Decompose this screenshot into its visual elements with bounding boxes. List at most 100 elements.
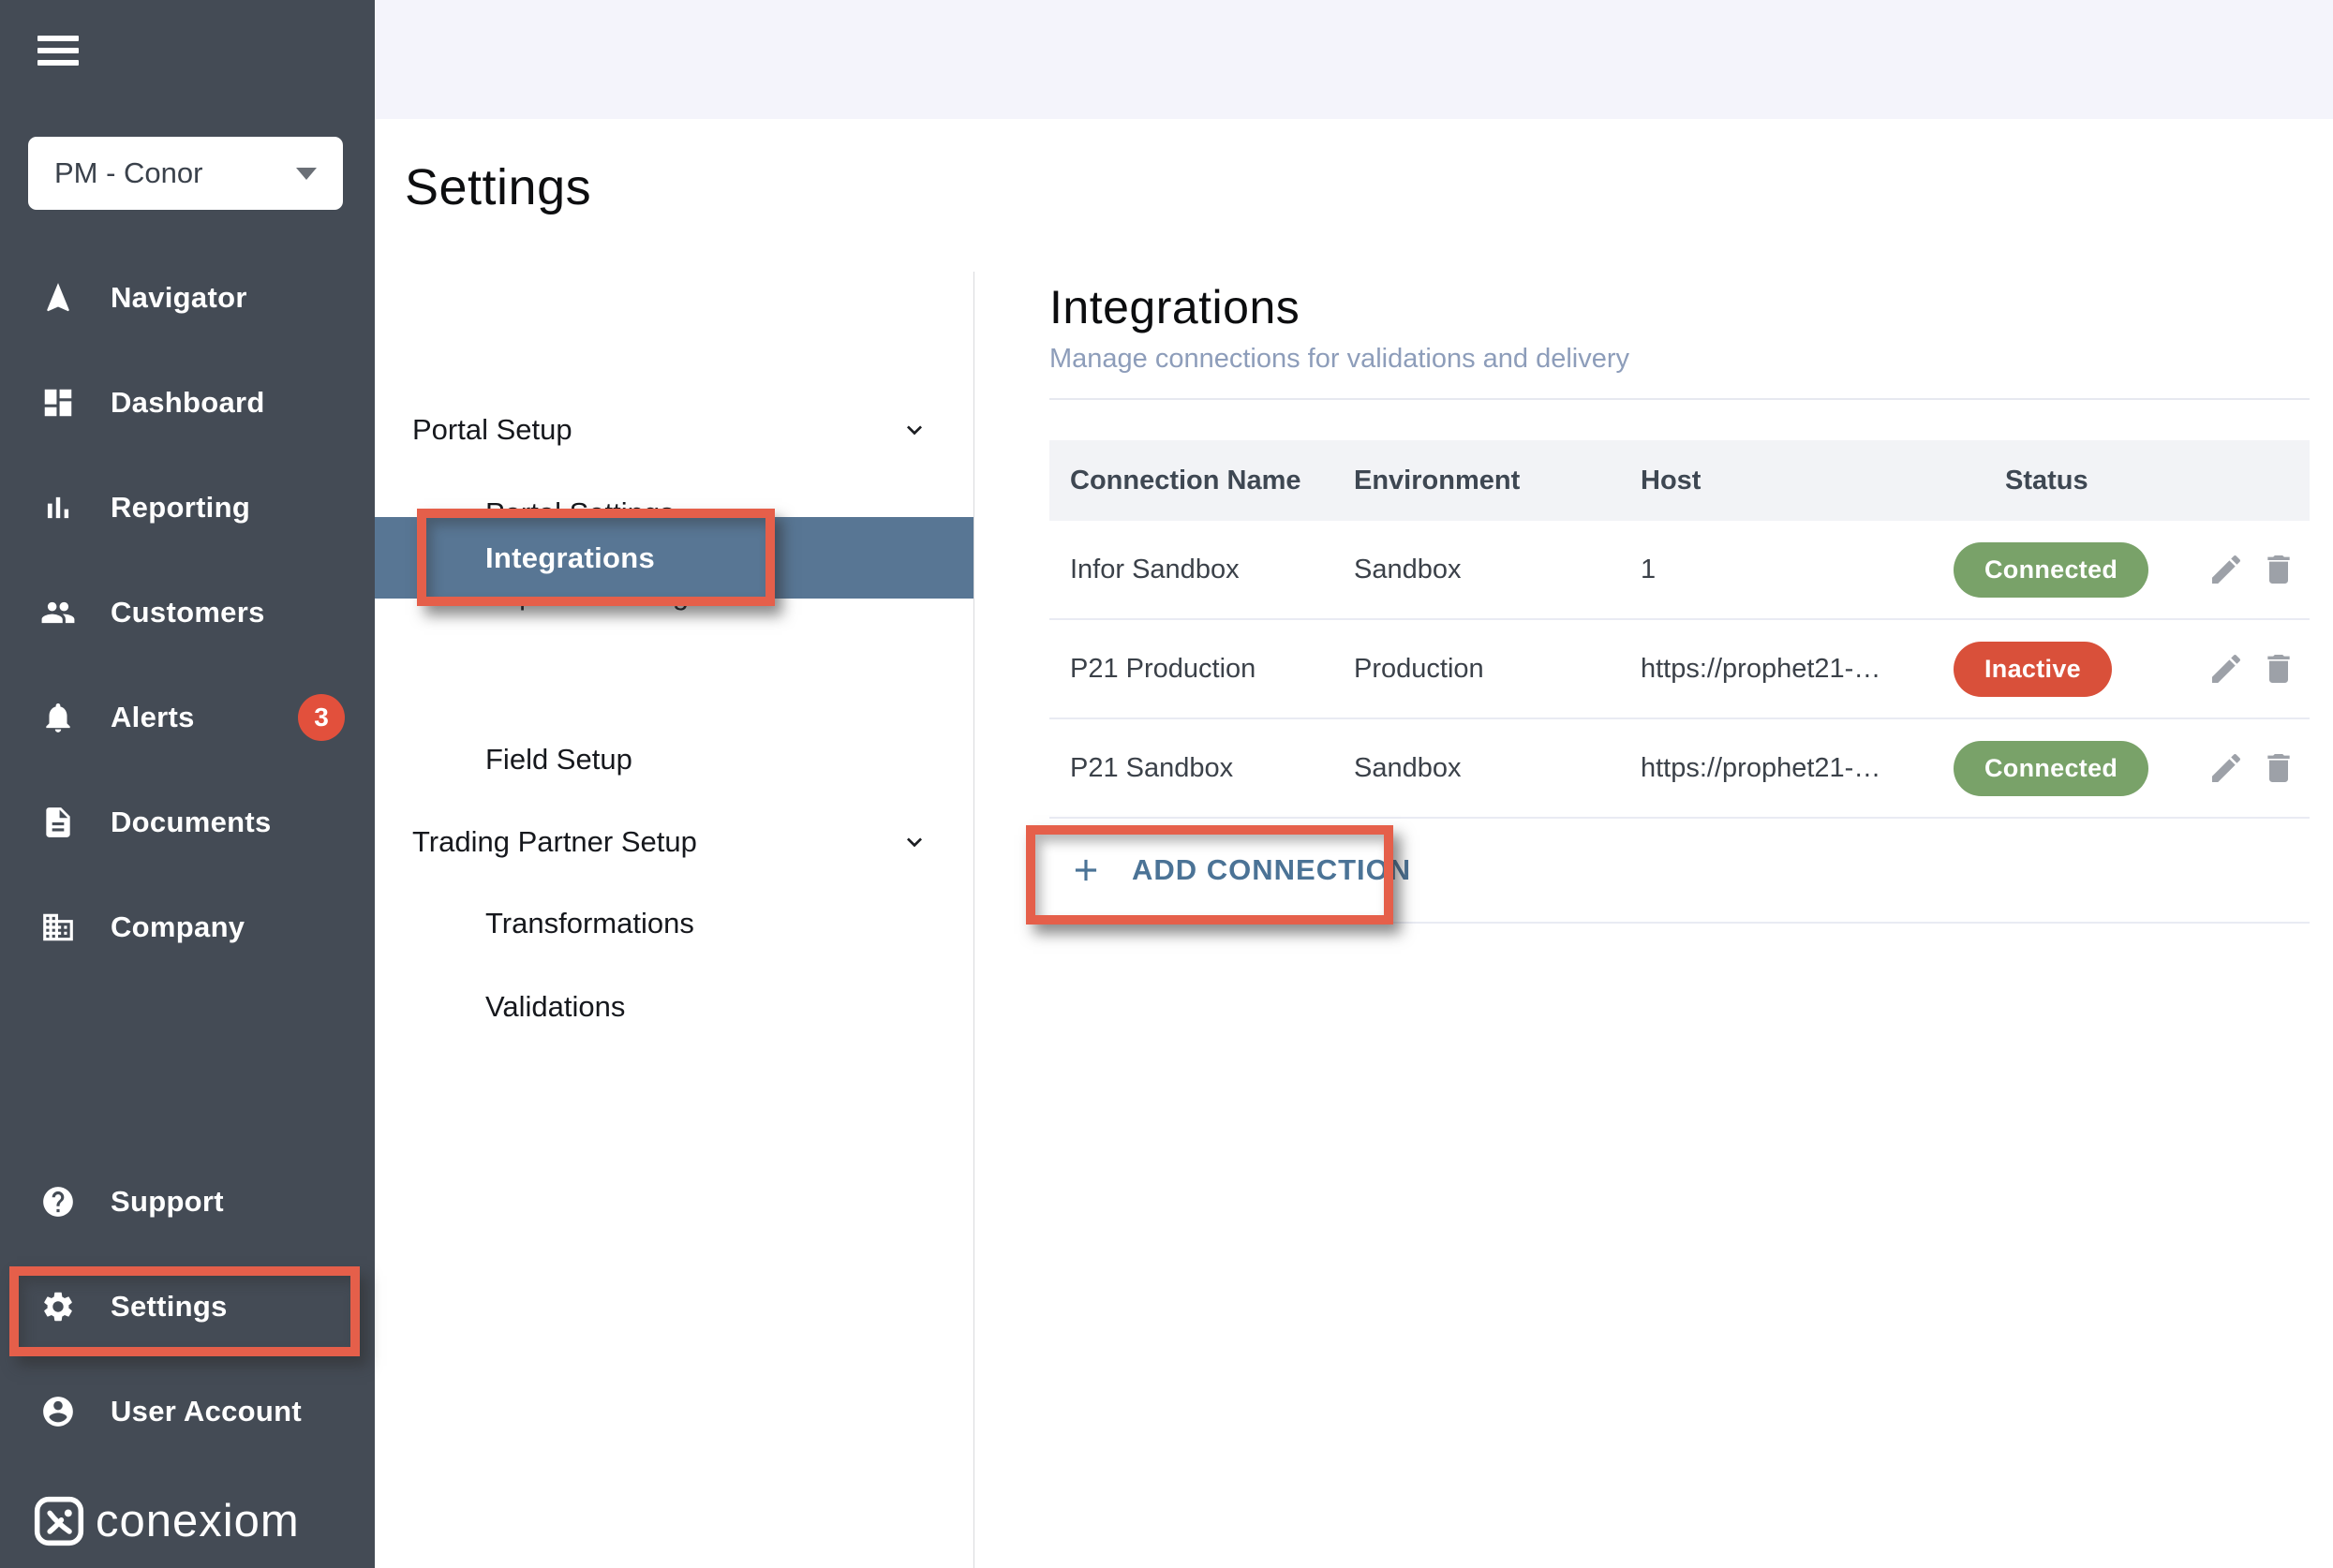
table-header-row: Connection Name Environment Host Status [1049,440,2310,521]
sidebar-item-label: Reporting [111,491,250,525]
trash-icon [2260,551,2297,588]
sidebar-item-label: Dashboard [111,386,265,420]
subnav-section-portal-setup[interactable]: Portal Setup [412,400,937,460]
integrations-panel: Integrations Manage connections for vali… [974,119,2333,1568]
section-title: Integrations [1049,280,1300,334]
bar-chart-icon [39,489,77,526]
delete-connection-button[interactable] [2256,746,2301,791]
sidebar: PM - Conor Navigator Dashboard Repor [0,0,375,1568]
delete-connection-button[interactable] [2256,646,2301,691]
delete-connection-button[interactable] [2256,547,2301,592]
account-circle-icon [39,1393,77,1430]
settings-subnav: Settings Portal Setup Portal Settings Ex… [375,119,974,1568]
document-icon [39,804,77,841]
sidebar-item-support[interactable]: Support [0,1149,375,1254]
page-title: Settings [405,158,591,216]
sidebar-item-label: Navigator [111,281,247,315]
sidebar-item-settings[interactable]: Settings [0,1254,375,1359]
subnav-item-label: Validations [485,990,625,1024]
cell-environment: Production [1354,654,1641,685]
pencil-icon [2207,551,2245,588]
column-header-host: Host [1641,466,1954,496]
subnav-section-label: Portal Setup [412,413,572,447]
conexiom-logo-text: conexiom [96,1495,300,1547]
sidebar-item-dashboard[interactable]: Dashboard [0,350,375,455]
status-badge: Connected [1954,741,2148,796]
table-row: P21 Production Production https://prophe… [1049,620,2310,719]
cell-connection-name: P21 Production [1070,654,1354,685]
trash-icon [2260,749,2297,787]
add-connection-label: ADD CONNECTION [1132,853,1411,887]
sidebar-item-label: Alerts [111,701,195,734]
caret-down-icon [296,168,317,180]
add-connection-button[interactable]: ADD CONNECTION [1068,852,1411,888]
sidebar-item-company[interactable]: Company [0,875,375,980]
conexiom-logo: conexiom [34,1495,300,1547]
cell-environment: Sandbox [1354,555,1641,585]
topbar [375,0,2333,119]
section-subtitle: Manage connections for validations and d… [1049,344,1629,375]
chevron-down-icon [899,827,929,857]
cell-connection-name: Infor Sandbox [1070,555,1354,585]
subnav-section-trading-partner-setup[interactable]: Trading Partner Setup [412,812,937,872]
sidebar-item-reporting[interactable]: Reporting [0,455,375,560]
subnav-item-field-setup[interactable]: Field Setup [485,730,632,790]
edit-connection-button[interactable] [2204,547,2249,592]
cell-host: https://prophet21-… [1641,654,1954,685]
people-icon [39,594,77,631]
column-header-environment: Environment [1354,466,1641,496]
sidebar-item-label: Company [111,910,245,944]
alerts-count-badge: 3 [298,694,345,741]
subnav-item-integrations-selected[interactable]: Integrations [375,517,974,599]
cell-host: https://prophet21-… [1641,753,1954,784]
help-circle-icon [39,1183,77,1220]
pencil-icon [2207,650,2245,688]
sidebar-item-documents[interactable]: Documents [0,770,375,875]
subnav-item-label: Integrations [485,541,655,575]
status-badge: Connected [1954,542,2148,598]
trash-icon [2260,650,2297,688]
app-window: PM - Conor Navigator Dashboard Repor [0,0,2333,1568]
sidebar-item-label: Settings [111,1290,228,1324]
navigation-arrow-icon [39,279,77,317]
dashboard-grid-icon [39,384,77,422]
menu-icon[interactable] [37,36,79,66]
chevron-down-icon [899,415,929,445]
sidebar-item-label: Documents [111,806,272,839]
account-selector[interactable]: PM - Conor [28,137,343,210]
column-header-connection-name: Connection Name [1070,466,1354,496]
edit-connection-button[interactable] [2204,646,2249,691]
gear-icon [39,1288,77,1325]
building-icon [39,909,77,946]
sidebar-item-customers[interactable]: Customers [0,560,375,665]
column-header-status: Status [1954,466,2204,496]
conexiom-logo-icon [34,1496,84,1546]
account-selector-value: PM - Conor [54,156,202,190]
table-row: Infor Sandbox Sandbox 1 Connected [1049,521,2310,620]
sidebar-item-alerts[interactable]: Alerts 3 [0,665,375,770]
table-row: P21 Sandbox Sandbox https://prophet21-… … [1049,719,2310,819]
subnav-section-label: Trading Partner Setup [412,825,697,859]
horizontal-divider [1049,398,2310,400]
sidebar-nav: Navigator Dashboard Reporting Customers [0,245,375,980]
subnav-item-label: Transformations [485,907,694,940]
edit-connection-button[interactable] [2204,746,2249,791]
sidebar-item-user-account[interactable]: User Account [0,1359,375,1464]
cell-connection-name: P21 Sandbox [1070,753,1354,784]
plus-icon [1068,852,1104,888]
status-badge: Inactive [1954,642,2112,697]
sidebar-item-label: Support [111,1185,224,1219]
connections-table: Connection Name Environment Host Status … [1049,440,2310,924]
sidebar-bottom-nav: Support Settings User Account [0,1149,375,1464]
sidebar-item-label: Customers [111,596,265,629]
bell-icon [39,699,77,736]
subnav-item-transformations[interactable]: Transformations [485,894,694,954]
add-connection-row: ADD CONNECTION [1049,819,2310,924]
sidebar-item-navigator[interactable]: Navigator [0,245,375,350]
sidebar-item-label: User Account [111,1395,302,1428]
cell-host: 1 [1641,555,1954,585]
subnav-item-label: Field Setup [485,743,632,777]
subnav-item-validations[interactable]: Validations [485,977,625,1037]
cell-environment: Sandbox [1354,753,1641,784]
pencil-icon [2207,749,2245,787]
